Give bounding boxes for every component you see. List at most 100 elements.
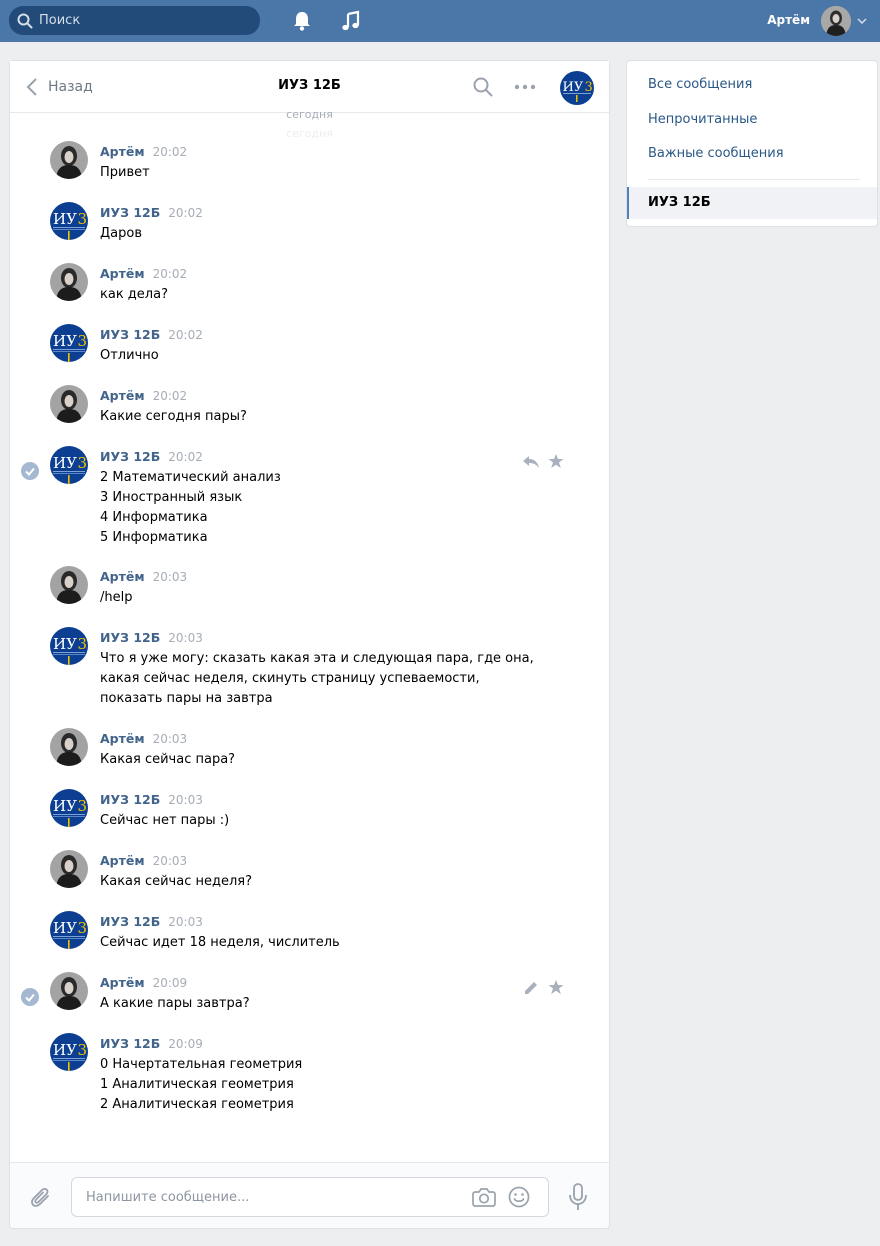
message-author[interactable]: ИУЗ 12Б 20:02 — [100, 327, 203, 342]
message-author[interactable]: Артём 20:03 — [100, 731, 187, 746]
group-avatar[interactable]: ИУ 3 — [50, 627, 88, 665]
star-icon[interactable] — [548, 453, 564, 469]
user-avatar[interactable] — [50, 385, 88, 423]
message-input[interactable] — [86, 1178, 456, 1216]
chat-avatar[interactable]: ИУ 3 — [560, 71, 594, 105]
message-author[interactable]: Артём 20:02 — [100, 266, 187, 281]
message-text: 0 Начертательная геометрия 1 Аналитическа… — [100, 1055, 580, 1115]
bell-icon[interactable] — [291, 10, 313, 32]
message-line: показать пары на завтра — [100, 691, 273, 706]
group-avatar[interactable]: ИУ 3 — [50, 911, 88, 949]
message-line: Какая сейчас пара? — [100, 752, 236, 767]
author-name[interactable]: Артём — [100, 853, 145, 868]
mic-icon[interactable] — [568, 1183, 588, 1211]
message-author[interactable]: Артём 20:09 — [100, 975, 187, 990]
user-avatar[interactable] — [50, 566, 88, 604]
author-name[interactable]: Артём — [100, 144, 145, 159]
message-author[interactable]: ИУЗ 12Б 20:02 — [100, 205, 203, 220]
svg-text:ИУ: ИУ — [53, 454, 77, 472]
message-text: как дела? — [100, 285, 580, 305]
svg-text:ИУ: ИУ — [53, 332, 77, 350]
search-icon[interactable] — [473, 77, 493, 97]
edit-icon[interactable] — [522, 980, 540, 996]
camera-icon[interactable] — [472, 1187, 496, 1207]
composer — [10, 1162, 609, 1228]
svg-text:3: 3 — [78, 454, 88, 472]
svg-text:3: 3 — [78, 1041, 88, 1059]
author-name[interactable]: ИУЗ 12Б — [100, 1036, 160, 1051]
menu-item-important[interactable]: Важные сообщения — [627, 138, 877, 170]
svg-text:ИУ: ИУ — [53, 1041, 77, 1059]
music-icon[interactable] — [340, 10, 362, 32]
svg-text:ИУ: ИУ — [53, 635, 77, 653]
author-name[interactable]: Артём — [100, 569, 145, 584]
user-avatar[interactable] — [50, 850, 88, 888]
author-name[interactable]: Артём — [100, 975, 145, 990]
group-avatar[interactable]: ИУ 3 — [50, 789, 88, 827]
message-line: 1 Аналитическая геометрия — [100, 1077, 294, 1092]
read-check-icon — [21, 988, 39, 1006]
author-name[interactable]: ИУЗ 12Б — [100, 630, 160, 645]
message-text: А какие пары завтра? — [100, 994, 580, 1014]
top-bar: Артём — [0, 0, 880, 42]
message-author[interactable]: Артём 20:03 — [100, 569, 187, 584]
user-avatar[interactable] — [50, 728, 88, 766]
more-icon[interactable] — [513, 77, 537, 97]
smile-icon[interactable] — [508, 1186, 530, 1208]
group-avatar[interactable]: ИУ 3 — [50, 446, 88, 484]
message-line: /help — [100, 590, 133, 605]
message-author[interactable]: ИУЗ 12Б 20:03 — [100, 914, 203, 929]
read-check-icon — [21, 462, 39, 480]
search-input[interactable] — [39, 6, 254, 35]
group-avatar[interactable]: ИУ 3 — [50, 324, 88, 362]
menu-item-chat[interactable]: ИУЗ 12Б — [627, 187, 877, 219]
message-line: 5 Информатика — [100, 530, 208, 545]
user-avatar[interactable] — [50, 141, 88, 179]
user-avatar[interactable] — [50, 972, 88, 1010]
search-box[interactable] — [9, 6, 260, 35]
menu-divider — [648, 179, 860, 180]
message-author[interactable]: ИУЗ 12Б 20:09 — [100, 1036, 203, 1051]
message-line: Сейчас идет 18 неделя, числитель — [100, 935, 340, 950]
author-name[interactable]: ИУЗ 12Б — [100, 205, 160, 220]
message-author[interactable]: ИУЗ 12Б 20:03 — [100, 630, 203, 645]
message-text: Какая сейчас пара? — [100, 750, 580, 770]
message-line: 4 Информатика — [100, 510, 208, 525]
author-name[interactable]: Артём — [100, 731, 145, 746]
message-line: как дела? — [100, 287, 168, 302]
author-name[interactable]: ИУЗ 12Б — [100, 792, 160, 807]
chevron-down-icon[interactable] — [857, 17, 867, 25]
message-author[interactable]: ИУЗ 12Б 20:03 — [100, 792, 203, 807]
user-avatar[interactable] — [50, 263, 88, 301]
day-label: сегодня — [286, 108, 333, 121]
message-time: 20:03 — [168, 631, 203, 645]
message-author[interactable]: Артём 20:03 — [100, 853, 187, 868]
message-input-box[interactable] — [71, 1177, 549, 1217]
message-author[interactable]: ИУЗ 12Б 20:02 — [100, 449, 203, 464]
message-text: 2 Математический анализ 3 Иностранный язы… — [100, 468, 580, 548]
menu-item-all[interactable]: Все сообщения — [627, 69, 877, 101]
user-avatar[interactable] — [821, 6, 851, 36]
attach-icon[interactable] — [30, 1185, 52, 1209]
author-name[interactable]: ИУЗ 12Б — [100, 327, 160, 342]
svg-text:3: 3 — [78, 635, 88, 653]
message-text: Сейчас нет пары :) — [100, 811, 580, 831]
group-avatar[interactable]: ИУ 3 — [50, 202, 88, 240]
message-line: Сейчас нет пары :) — [100, 813, 230, 828]
author-name[interactable]: Артём — [100, 266, 145, 281]
group-avatar[interactable]: ИУ 3 — [50, 1033, 88, 1071]
menu-item-unread[interactable]: Непрочитанные — [627, 104, 877, 136]
author-name[interactable]: ИУЗ 12Б — [100, 449, 160, 464]
message-time: 20:03 — [168, 915, 203, 929]
star-icon[interactable] — [548, 979, 564, 995]
message-time: 20:02 — [152, 389, 188, 403]
message-author[interactable]: Артём 20:02 — [100, 388, 187, 403]
message-line: 2 Аналитическая геометрия — [100, 1097, 294, 1112]
author-name[interactable]: ИУЗ 12Б — [100, 914, 160, 929]
user-name[interactable]: Артём — [767, 13, 810, 27]
chat-header: Назад ИУЗ 12Б ИУ 3 — [10, 61, 609, 113]
reply-icon[interactable] — [522, 454, 540, 470]
svg-text:3: 3 — [78, 332, 88, 350]
author-name[interactable]: Артём — [100, 388, 145, 403]
message-author[interactable]: Артём 20:02 — [100, 144, 187, 159]
